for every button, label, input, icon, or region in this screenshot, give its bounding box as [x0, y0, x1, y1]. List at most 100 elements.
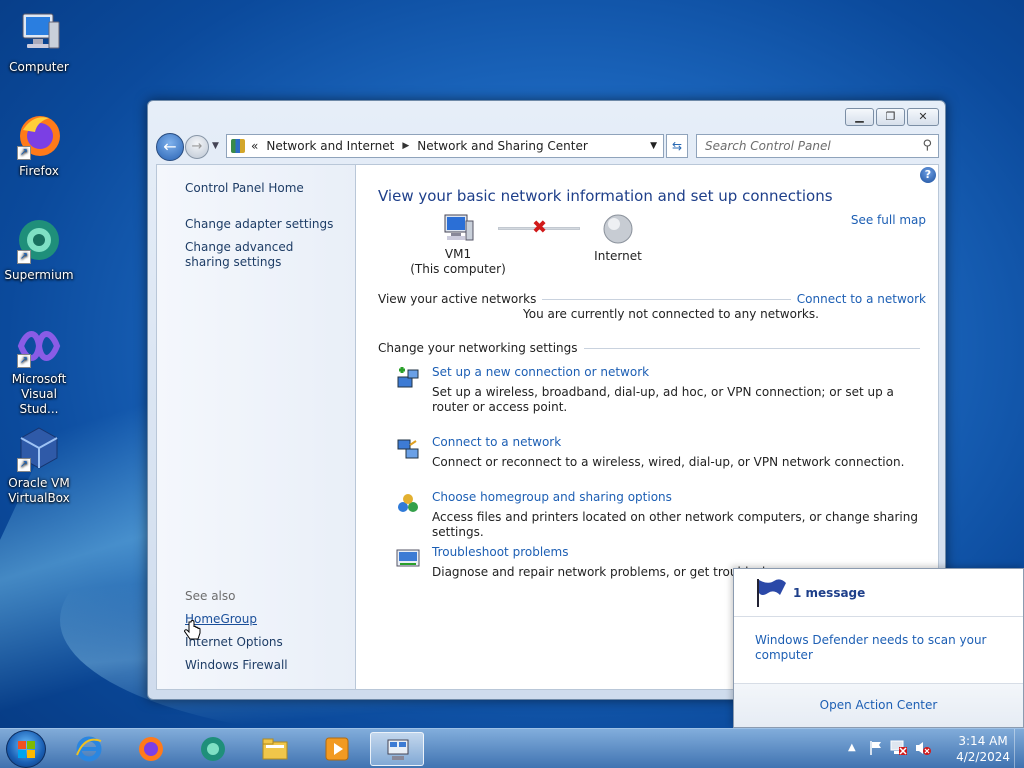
- task-title-link[interactable]: Choose homegroup and sharing options: [432, 490, 672, 504]
- breadcrumb-network-internet[interactable]: Network and Internet: [266, 139, 394, 153]
- taskbar-media-player[interactable]: [310, 732, 364, 766]
- start-button[interactable]: [6, 730, 46, 768]
- clock[interactable]: 3:14 AM 4/2/2024: [956, 733, 1010, 765]
- task-title-link[interactable]: Troubleshoot problems: [432, 545, 568, 559]
- supermium-icon: ↗: [15, 216, 63, 264]
- clock-time: 3:14 AM: [958, 734, 1008, 748]
- forward-button[interactable]: →: [185, 135, 209, 159]
- minimize-button[interactable]: ▁: [845, 108, 874, 126]
- control-panel-icon: [231, 139, 245, 153]
- divider: [583, 347, 920, 349]
- see-full-map-link[interactable]: See full map: [851, 213, 926, 227]
- recent-pages-dropdown[interactable]: ▼: [212, 141, 219, 151]
- change-advanced-sharing-link[interactable]: Change advanced sharing settings: [185, 240, 335, 270]
- action-center-popup: 1 message Windows Defender needs to scan…: [733, 568, 1024, 728]
- computer-subtitle: (This computer): [410, 262, 506, 276]
- task-description: Connect or reconnect to a wireless, wire…: [432, 455, 905, 469]
- new-connection-icon: [397, 367, 419, 388]
- homegroup-icon: [398, 494, 418, 512]
- control-panel-network-icon: [387, 739, 409, 760]
- virtualbox-icon: ↗: [15, 424, 63, 472]
- network-disconnected-icon[interactable]: [890, 740, 908, 756]
- page-title: View your basic network information and …: [378, 187, 833, 205]
- desktop-icon-visual-studio[interactable]: ↗ Microsoft Visual Stud...: [1, 324, 77, 417]
- desktop-icon-virtualbox[interactable]: ↗ Oracle VM VirtualBox: [1, 424, 77, 506]
- help-icon[interactable]: ?: [920, 167, 936, 183]
- globe-icon: [603, 214, 633, 244]
- supermium-icon: [201, 737, 225, 761]
- breadcrumb-arrow-icon[interactable]: ▶: [402, 141, 409, 151]
- network-node-computer[interactable]: VM1 (This computer): [398, 213, 518, 277]
- navigation-toolbar: ← → ▼ « Network and Internet ▶ Network a…: [156, 131, 939, 161]
- media-player-icon: [325, 737, 349, 761]
- connect-network-icon: [397, 439, 419, 459]
- shortcut-arrow-icon: ↗: [17, 250, 31, 264]
- firefox-icon: ↗: [15, 112, 63, 160]
- task-description: Access files and printers located on oth…: [432, 510, 918, 539]
- refresh-button[interactable]: ⇆: [666, 134, 688, 158]
- taskbar-supermium[interactable]: [186, 732, 240, 766]
- address-bar[interactable]: « Network and Internet ▶ Network and Sha…: [226, 134, 664, 158]
- restore-button[interactable]: ❐: [876, 108, 905, 126]
- network-node-internet[interactable]: Internet: [578, 213, 658, 264]
- breadcrumb-sharing-center[interactable]: Network and Sharing Center: [417, 139, 588, 153]
- taskbar: ▲ 3:14 AM 4/2/2024: [0, 728, 1024, 768]
- windows-firewall-link[interactable]: Windows Firewall: [185, 658, 288, 673]
- volume-muted-icon[interactable]: [914, 740, 932, 756]
- shortcut-arrow-icon: ↗: [17, 354, 31, 368]
- open-action-center-link[interactable]: Open Action Center: [734, 683, 1023, 727]
- see-also-heading: See also: [185, 589, 236, 603]
- taskbar-internet-explorer[interactable]: [62, 732, 116, 766]
- action-center-flag-icon: [757, 579, 786, 607]
- defender-scan-message-link[interactable]: Windows Defender needs to scan your comp…: [755, 633, 1005, 663]
- change-settings-row: Change your networking settings: [378, 341, 926, 355]
- taskbar-firefox[interactable]: [124, 732, 178, 766]
- control-panel-home-link[interactable]: Control Panel Home: [185, 181, 304, 196]
- task-description: Set up a wireless, broadband, dial-up, a…: [432, 385, 894, 414]
- show-hidden-icons-icon[interactable]: ▲: [848, 742, 856, 753]
- not-connected-message: You are currently not connected to any n…: [523, 307, 819, 321]
- action-center-flag-icon[interactable]: [868, 740, 884, 756]
- task-title-link[interactable]: Connect to a network: [432, 435, 561, 449]
- system-tray: ▲ 3:14 AM 4/2/2024: [834, 729, 1024, 768]
- change-adapter-settings-link[interactable]: Change adapter settings: [185, 217, 333, 232]
- connect-to-network-link[interactable]: Connect to a network: [797, 292, 926, 306]
- back-button[interactable]: ←: [156, 133, 184, 161]
- search-input[interactable]: [697, 135, 907, 157]
- desktop-icon-computer[interactable]: Computer: [1, 8, 77, 75]
- visual-studio-icon: ↗: [15, 324, 63, 368]
- computer-node-icon: [444, 214, 474, 241]
- active-networks-row: View your active networks Connect to a n…: [378, 292, 926, 306]
- breadcrumb-overflow[interactable]: «: [251, 139, 258, 153]
- change-settings-label: Change your networking settings: [378, 341, 578, 355]
- search-box: ⚲: [696, 134, 939, 158]
- internet-label: Internet: [594, 249, 642, 263]
- hand-cursor-icon: [184, 620, 201, 640]
- computer-icon: [15, 8, 63, 56]
- caption-buttons: ▁ ❐ ✕: [845, 108, 939, 126]
- desktop-icon-supermium[interactable]: ↗ Supermium: [1, 216, 77, 283]
- address-dropdown-icon[interactable]: ▼: [650, 141, 657, 151]
- message-count-link[interactable]: 1 message: [793, 586, 865, 600]
- windows-logo-icon: [18, 741, 36, 759]
- firefox-icon: [139, 737, 163, 761]
- clock-date: 4/2/2024: [956, 750, 1010, 764]
- task-title-link[interactable]: Set up a new connection or network: [432, 365, 649, 379]
- folder-icon: [262, 738, 288, 760]
- search-icon[interactable]: ⚲: [922, 138, 932, 153]
- taskbar-control-panel[interactable]: [370, 732, 424, 766]
- taskbar-file-explorer[interactable]: [248, 732, 302, 766]
- internet-explorer-icon: [76, 736, 102, 762]
- active-networks-label: View your active networks: [378, 292, 537, 306]
- popup-header: 1 message: [734, 569, 1023, 617]
- desktop-icon-firefox[interactable]: ↗ Firefox: [1, 112, 77, 179]
- shortcut-arrow-icon: ↗: [17, 458, 31, 472]
- disconnected-x-icon[interactable]: ✖: [532, 217, 547, 238]
- close-button[interactable]: ✕: [907, 108, 939, 126]
- show-desktop-button[interactable]: [1014, 729, 1024, 768]
- divider: [542, 298, 791, 300]
- left-navigation-pane: Control Panel Home Change adapter settin…: [156, 164, 355, 690]
- computer-name: VM1: [444, 247, 472, 261]
- troubleshoot-icon: [396, 549, 420, 567]
- shortcut-arrow-icon: ↗: [17, 146, 31, 160]
